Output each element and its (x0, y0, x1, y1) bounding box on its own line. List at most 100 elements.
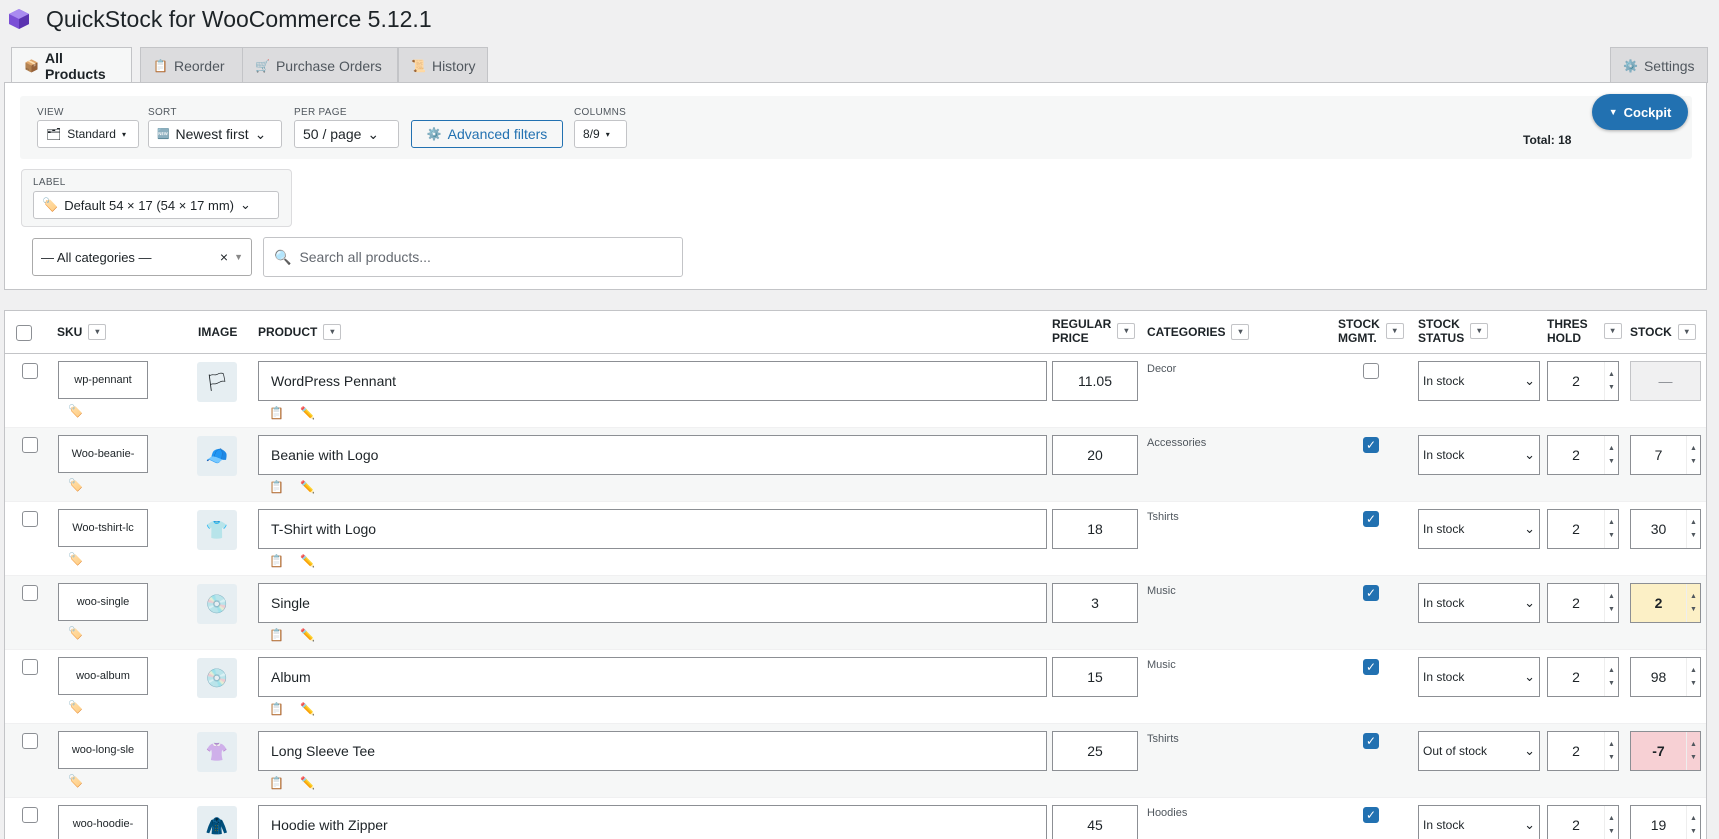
row-checkbox[interactable] (22, 585, 38, 601)
product-name-input[interactable]: Long Sleeve Tee (258, 731, 1047, 771)
tag-icon[interactable]: 🏷️ (68, 552, 83, 566)
stock-input[interactable]: -7 ▲ ▼ (1630, 731, 1701, 771)
stepper-arrows-icon[interactable]: ▲ ▼ (1686, 584, 1700, 622)
regular-price-input[interactable]: 11.05 (1052, 361, 1138, 401)
edit-icon[interactable]: ✏️ (300, 628, 315, 642)
sku-input[interactable]: woo-long-sle (58, 731, 148, 769)
stock-mgmt-checkbox[interactable]: ✓ (1363, 585, 1379, 601)
stepper-arrows-icon[interactable]: ▲ ▼ (1686, 658, 1700, 696)
product-name-input[interactable]: WordPress Pennant (258, 361, 1047, 401)
regular-price-input[interactable]: 45 (1052, 805, 1138, 839)
sku-input[interactable]: Woo-beanie- (58, 435, 148, 473)
stepper-arrows-icon[interactable]: ▲ ▼ (1686, 806, 1700, 839)
edit-icon[interactable]: ✏️ (300, 554, 315, 568)
clipboard-icon[interactable]: 📋 (269, 628, 284, 642)
stock-mgmt-checkbox[interactable]: ✓ (1363, 659, 1379, 675)
columns-select[interactable]: 8/9 ▾ (574, 120, 627, 148)
regular-price-input[interactable]: 18 (1052, 509, 1138, 549)
product-name-input[interactable]: Beanie with Logo (258, 435, 1047, 475)
stepper-arrows-icon[interactable]: ▲ ▼ (1604, 362, 1618, 400)
cockpit-button[interactable]: ▼ Cockpit (1592, 94, 1688, 130)
tab-all-products[interactable]: 📦 All Products (11, 47, 132, 84)
stock-input[interactable]: 98 ▲ ▼ (1630, 657, 1701, 697)
stepper-arrows-icon[interactable]: ▲ ▼ (1604, 510, 1618, 548)
stepper-arrows-icon[interactable]: ▲ ▼ (1686, 732, 1700, 770)
sort-dropdown-icon[interactable]: ▾ (1385, 323, 1404, 339)
regular-price-input[interactable]: 20 (1052, 435, 1138, 475)
stock-status-select[interactable]: In stock ⌄ (1418, 805, 1540, 839)
stock-mgmt-checkbox[interactable]: ✓ (1363, 807, 1379, 823)
stock-mgmt-checkbox[interactable]: ✓ (1363, 733, 1379, 749)
sort-dropdown-icon[interactable]: ▾ (1677, 324, 1696, 340)
stepper-arrows-icon[interactable]: ▲ ▼ (1686, 436, 1700, 474)
threshold-input[interactable]: 2 ▲ ▼ (1547, 657, 1619, 697)
edit-icon[interactable]: ✏️ (300, 702, 315, 716)
stock-mgmt-checkbox[interactable]: ✓ (1363, 437, 1379, 453)
row-checkbox[interactable] (22, 363, 38, 379)
sort-dropdown-icon[interactable]: ▾ (323, 324, 342, 340)
tab-purchase-orders[interactable]: 🛒 Purchase Orders (242, 47, 398, 83)
product-thumbnail[interactable]: 👕 (197, 510, 237, 550)
edit-icon[interactable]: ✏️ (300, 406, 315, 420)
threshold-input[interactable]: 2 ▲ ▼ (1547, 435, 1619, 475)
sort-dropdown-icon[interactable]: ▾ (88, 324, 107, 340)
tab-reorder[interactable]: 📋 Reorder (140, 47, 246, 83)
search-input[interactable]: 🔍 Search all products... (263, 237, 683, 277)
sku-input[interactable]: woo-single (58, 583, 148, 621)
sort-dropdown-icon[interactable]: ▾ (1231, 324, 1250, 340)
product-name-input[interactable]: T-Shirt with Logo (258, 509, 1047, 549)
threshold-input[interactable]: 2 ▲ ▼ (1547, 731, 1619, 771)
stock-input[interactable]: 30 ▲ ▼ (1630, 509, 1701, 549)
regular-price-input[interactable]: 15 (1052, 657, 1138, 697)
product-thumbnail[interactable]: 🧥 (197, 806, 237, 839)
clear-icon[interactable]: × (220, 249, 228, 265)
sku-input[interactable]: woo-album (58, 657, 148, 695)
sku-input[interactable]: Woo-tshirt-lc (58, 509, 148, 547)
stock-status-select[interactable]: In stock ⌄ (1418, 509, 1540, 549)
stock-mgmt-checkbox[interactable] (1363, 363, 1379, 379)
regular-price-input[interactable]: 25 (1052, 731, 1138, 771)
sort-dropdown-icon[interactable]: ▾ (1470, 323, 1489, 339)
tab-history[interactable]: 📜 History (398, 47, 488, 83)
sort-dropdown-icon[interactable]: ▾ (1117, 323, 1136, 339)
edit-icon[interactable]: ✏️ (300, 480, 315, 494)
stock-status-select[interactable]: In stock ⌄ (1418, 435, 1540, 475)
threshold-input[interactable]: 2 ▲ ▼ (1547, 805, 1619, 839)
regular-price-input[interactable]: 3 (1052, 583, 1138, 623)
row-checkbox[interactable] (22, 733, 38, 749)
clipboard-icon[interactable]: 📋 (269, 702, 284, 716)
tag-icon[interactable]: 🏷️ (68, 774, 83, 788)
stepper-arrows-icon[interactable]: ▲ ▼ (1604, 584, 1618, 622)
tag-icon[interactable]: 🏷️ (68, 700, 83, 714)
stock-input[interactable]: 7 ▲ ▼ (1630, 435, 1701, 475)
stock-input[interactable]: 2 ▲ ▼ (1630, 583, 1701, 623)
row-checkbox[interactable] (22, 437, 38, 453)
product-name-input[interactable]: Hoodie with Zipper (258, 805, 1047, 839)
product-thumbnail[interactable]: 👚 (197, 732, 237, 772)
clipboard-icon[interactable]: 📋 (269, 776, 284, 790)
stock-status-select[interactable]: In stock ⌄ (1418, 361, 1540, 401)
stepper-arrows-icon[interactable]: ▲ ▼ (1604, 658, 1618, 696)
row-checkbox[interactable] (22, 511, 38, 527)
stock-status-select[interactable]: Out of stock ⌄ (1418, 731, 1540, 771)
product-thumbnail[interactable]: 🏳 (197, 362, 237, 402)
clipboard-icon[interactable]: 📋 (269, 554, 284, 568)
stepper-arrows-icon[interactable]: ▲ ▼ (1604, 732, 1618, 770)
tag-icon[interactable]: 🏷️ (68, 478, 83, 492)
stepper-arrows-icon[interactable]: ▲ ▼ (1686, 510, 1700, 548)
view-select[interactable]: 🗂 Standard ▾ (37, 120, 139, 148)
category-select[interactable]: — All categories — × ▼ (32, 238, 252, 276)
label-select[interactable]: 🏷️ Default 54 × 17 (54 × 17 mm) ⌄ (33, 191, 279, 219)
sort-select[interactable]: 🆕 Newest first ⌄ (148, 120, 282, 148)
product-thumbnail[interactable]: 🧢 (197, 436, 237, 476)
threshold-input[interactable]: 2 ▲ ▼ (1547, 361, 1619, 401)
tag-icon[interactable]: 🏷️ (68, 404, 83, 418)
per-page-select[interactable]: 50 / page ⌄ (294, 120, 399, 148)
tag-icon[interactable]: 🏷️ (68, 626, 83, 640)
stock-input[interactable]: 19 ▲ ▼ (1630, 805, 1701, 839)
row-checkbox[interactable] (22, 659, 38, 675)
stock-mgmt-checkbox[interactable]: ✓ (1363, 511, 1379, 527)
stock-status-select[interactable]: In stock ⌄ (1418, 657, 1540, 697)
threshold-input[interactable]: 2 ▲ ▼ (1547, 509, 1619, 549)
row-checkbox[interactable] (22, 807, 38, 823)
